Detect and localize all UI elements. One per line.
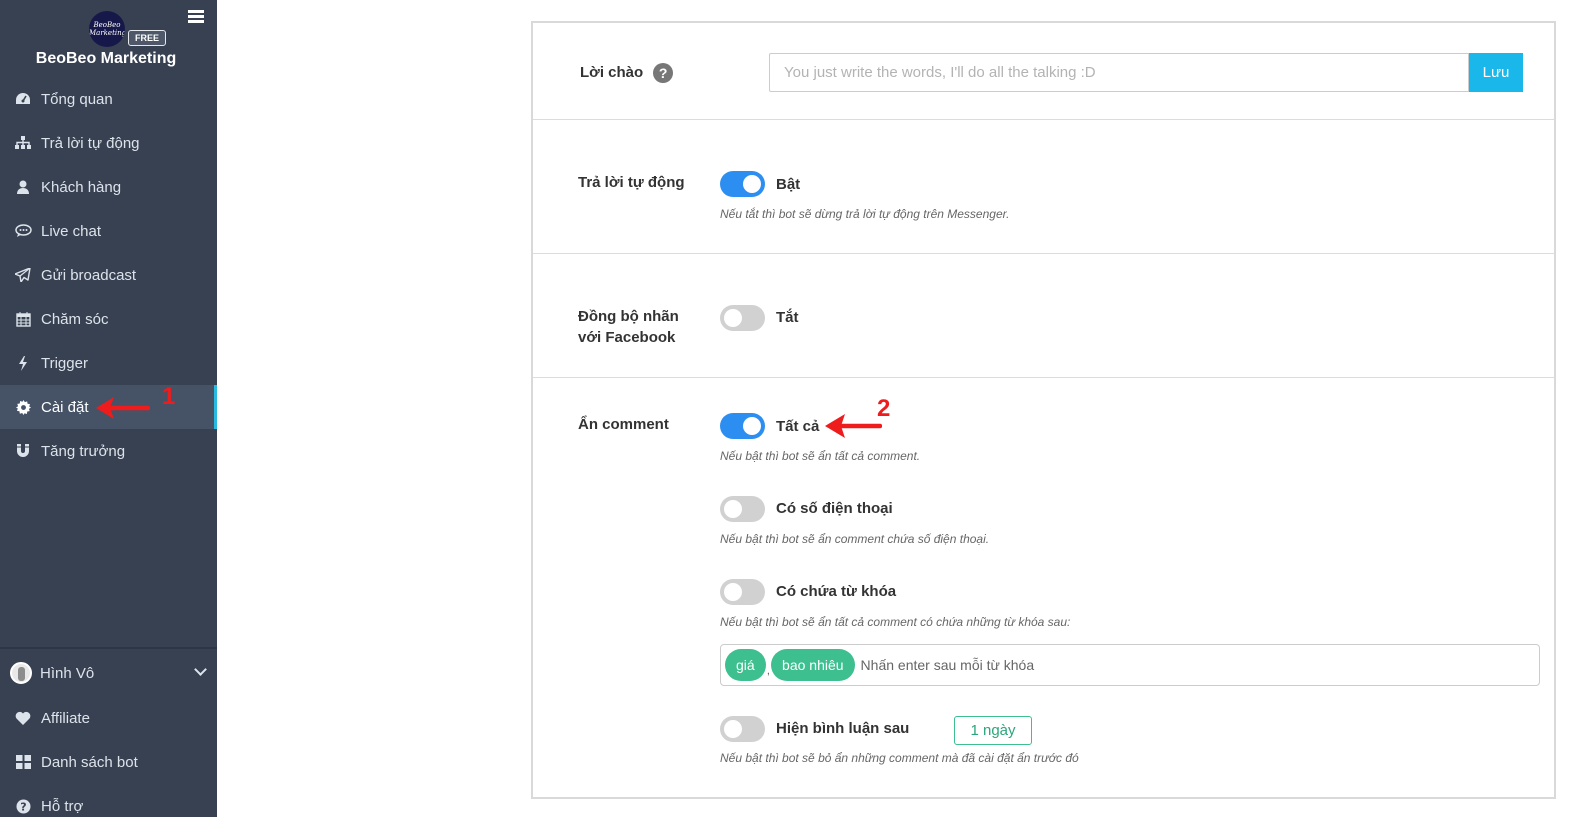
sidebar-item-broadcast[interactable]: Gửi broadcast [0,253,217,297]
sidebar-item-label: Trả lời tự động [41,134,140,152]
sidebar-item-bot-list[interactable]: Danh sách bot [0,740,217,784]
auto-reply-toggle[interactable] [720,171,765,197]
greeting-label: Lời chào? [580,62,674,84]
toggle-knob [743,417,761,435]
sidebar-item-customers[interactable]: Khách hàng [0,165,217,209]
row-divider [533,119,1554,120]
unhide-after-toggle[interactable] [720,716,765,742]
sync-labels-line2: với Facebook [578,329,676,346]
help-icon: ? [14,799,32,814]
unhide-after-label: Hiện bình luận sau [776,720,910,737]
plan-badge: FREE [128,30,166,46]
sidebar-item-label: Hình Vô [40,664,95,682]
unhide-delay-select[interactable]: 1 ngày [954,716,1032,745]
keyword-tags-input[interactable]: giá , bao nhiêu [720,644,1540,686]
sync-labels-toggle[interactable] [720,305,765,331]
brand-header: BeoBeo Marketing FREE BeoBeo Marketing [0,0,217,80]
menu-toggle-icon[interactable] [188,10,204,24]
sidebar-item-auto-reply[interactable]: Trả lời tự động [0,121,217,165]
keyword-tag[interactable]: bao nhiêu [771,649,855,681]
row-divider [533,377,1554,378]
paper-plane-icon [14,268,32,282]
sidebar-item-label: Khách hàng [41,178,122,196]
unhide-after-hint: Nếu bật thì bot sẽ bỏ ẩn những comment m… [720,751,1079,765]
hide-all-toggle[interactable] [720,413,765,439]
magnet-icon [14,444,32,458]
hide-keyword-toggle[interactable] [720,579,765,605]
user-icon [14,180,32,194]
sidebar-item-support[interactable]: ? Hỗ trợ [0,784,217,817]
keyword-separator: , [766,663,771,677]
sync-labels-line1: Đồng bộ nhãn [578,308,679,325]
hide-all-label: Tất cả [776,418,820,435]
keyword-tag[interactable]: giá [725,649,766,681]
annotation-number-1: 1 [162,383,176,410]
toggle-knob [724,720,742,738]
hide-keyword-hint: Nếu bật thì bot sẽ ẩn tất cả comment có … [720,615,1071,629]
annotation-number-2: 2 [877,395,891,422]
sidebar-item-affiliate[interactable]: Affiliate [0,696,217,740]
svg-text:?: ? [20,800,26,813]
sidebar-divider [0,647,217,649]
dashboard-icon [14,92,32,106]
sidebar-item-label: Affiliate [41,709,90,727]
annotation-arrow-icon [825,414,882,438]
hide-comment-label: Ẩn comment [578,416,669,433]
sidebar-item-growth[interactable]: Tăng trưởng [0,429,217,473]
toggle-knob [743,175,761,193]
settings-card: Lời chào? Lưu Trả lời tự động Bật Nếu tắ… [531,21,1556,799]
keyword-input[interactable] [860,657,1261,673]
greeting-label-text: Lời chào [580,64,644,81]
auto-reply-label: Trả lời tự động [578,174,685,191]
sidebar-item-label: Chăm sóc [41,310,109,328]
gear-icon [14,399,32,415]
sidebar-item-label: Hỗ trợ [41,797,84,815]
sidebar-item-label: Gửi broadcast [41,266,137,284]
sidebar-item-overview[interactable]: Tổng quan [0,77,217,121]
hide-phone-label: Có số điện thoại [776,500,893,517]
chat-bubble-icon [14,224,32,238]
sidebar-item-trigger[interactable]: Trigger [0,341,217,385]
question-circle-icon[interactable]: ? [653,63,674,84]
row-divider [533,253,1554,254]
sidebar-item-label: Cài đặt [41,398,89,416]
greeting-input[interactable] [769,53,1469,92]
sidebar-item-live-chat[interactable]: Live chat [0,209,217,253]
heart-icon [14,711,32,725]
sync-labels-state: Tắt [776,309,799,326]
grid-icon [14,755,32,769]
calendar-icon [14,311,32,327]
sidebar-item-account[interactable]: Hình Vô [0,651,217,695]
annotation-arrow-icon [96,397,150,419]
sidebar-item-label: Trigger [41,354,88,372]
toggle-knob [724,309,742,327]
sidebar-item-label: Tổng quan [41,90,113,108]
toggle-knob [724,583,742,601]
bolt-icon [14,355,32,371]
avatar [10,662,32,684]
sidebar-item-label: Danh sách bot [41,753,138,771]
sidebar-item-label: Tăng trưởng [41,442,126,460]
auto-reply-state: Bật [776,176,801,193]
chevron-down-icon [194,663,207,676]
brand-logo[interactable]: BeoBeo Marketing [89,11,125,47]
sync-labels-label: Đồng bộ nhãn với Facebook [578,306,679,348]
auto-reply-hint: Nếu tắt thì bot sẽ dừng trả lời tự động … [720,207,1010,221]
hide-phone-toggle[interactable] [720,496,765,522]
sidebar-item-label: Live chat [41,222,102,240]
toggle-knob [724,500,742,518]
brand-name: BeoBeo Marketing [35,50,177,67]
hide-phone-hint: Nếu bật thì bot sẽ ẩn comment chứa số đi… [720,532,990,546]
sidebar-item-care[interactable]: Chăm sóc [0,297,217,341]
save-button[interactable]: Lưu [1469,53,1523,92]
hide-all-hint: Nếu bật thì bot sẽ ẩn tất cả comment. [720,449,921,463]
sitemap-icon [14,136,32,150]
hide-keyword-label: Có chứa từ khóa [776,583,897,600]
